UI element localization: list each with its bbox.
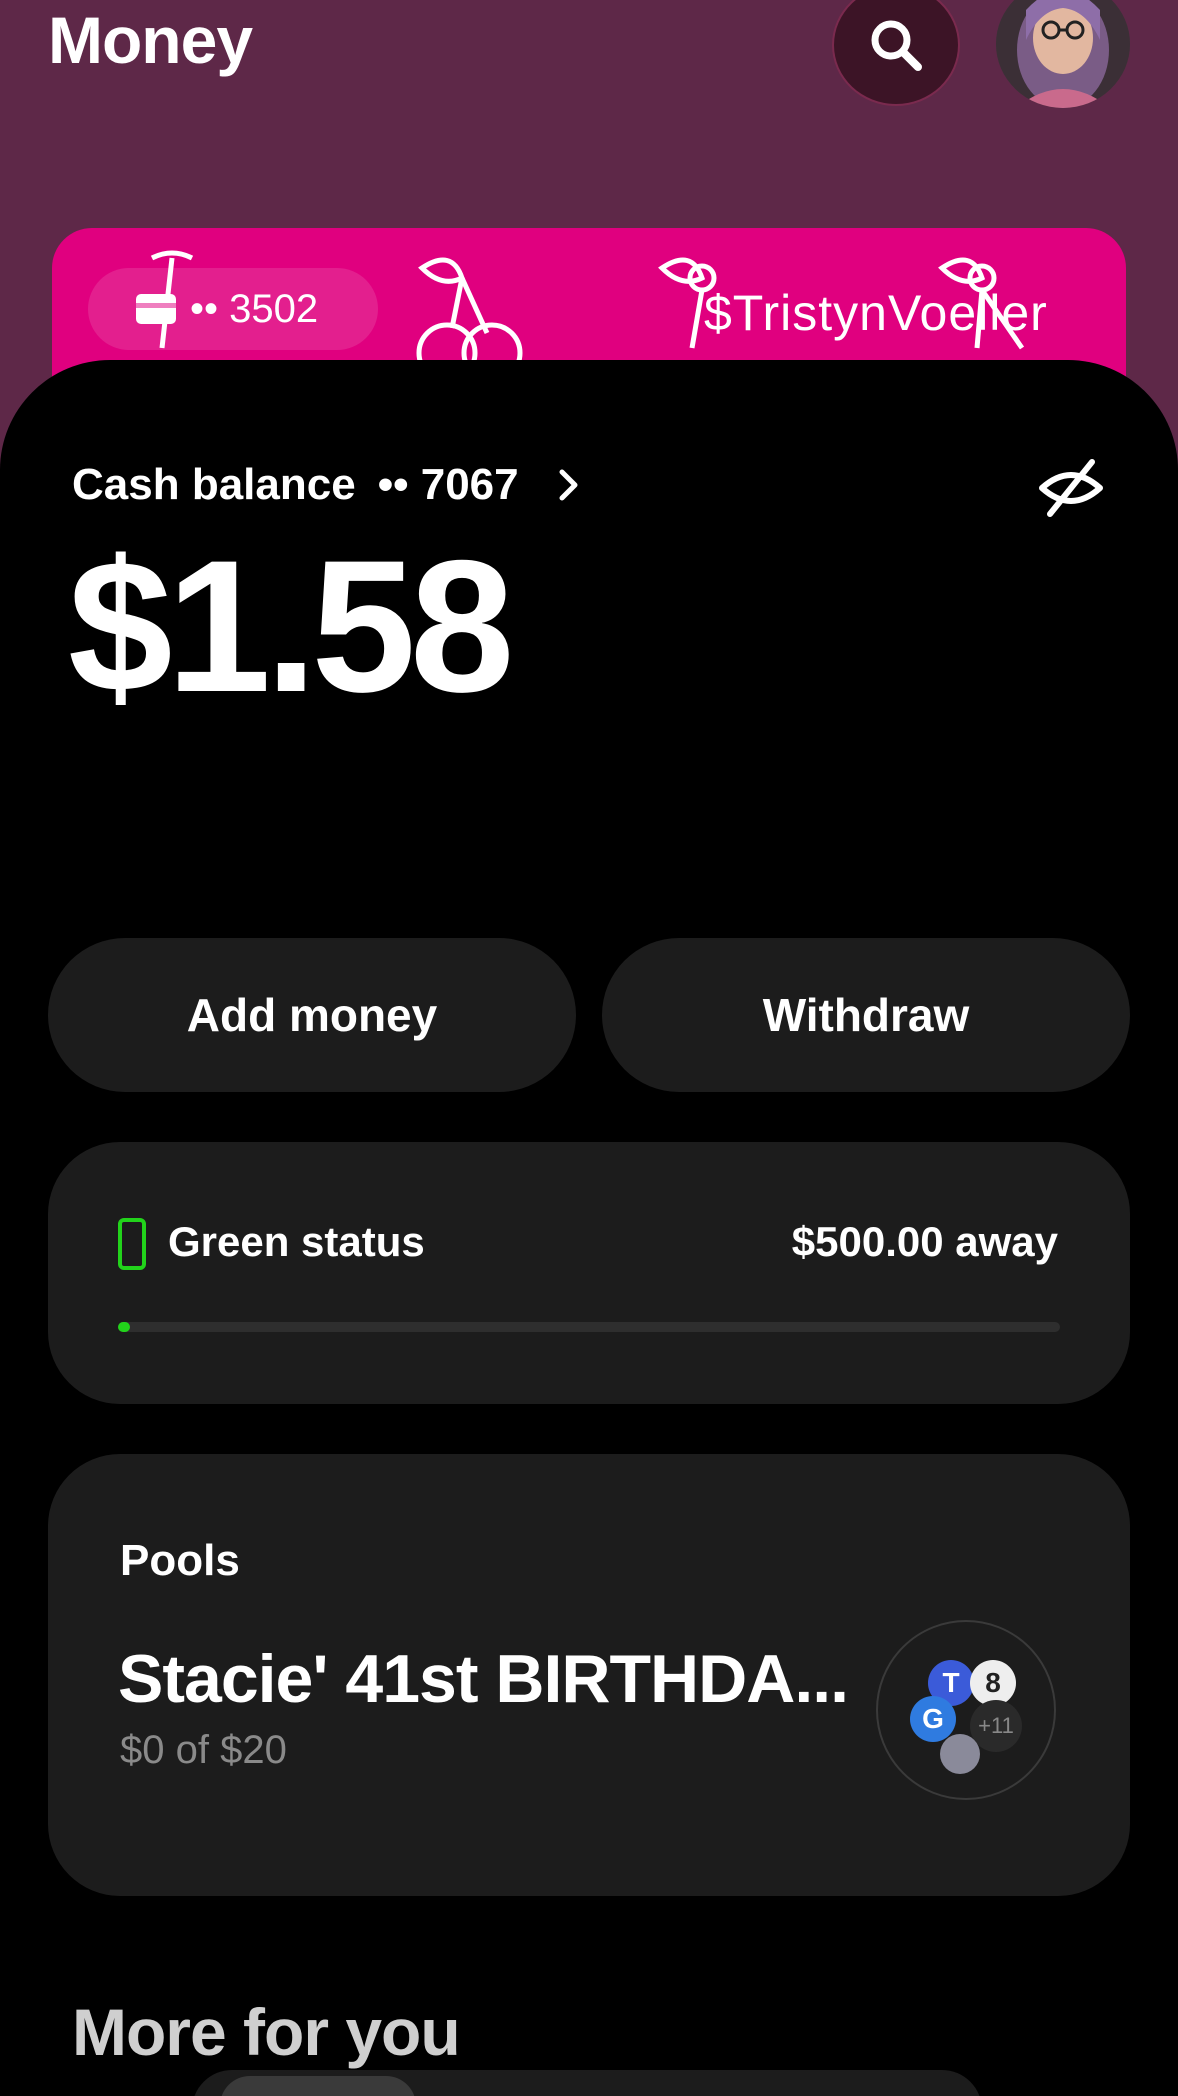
- green-status-icon: [118, 1218, 146, 1270]
- account-number: •• 7067: [377, 460, 519, 509]
- cashtag-label: $TristynVoeller: [704, 285, 1048, 341]
- green-status-card[interactable]: Green status $500.00 away: [48, 1142, 1130, 1404]
- balance-label: Cash balance: [72, 460, 356, 509]
- pool-member-avatar: G: [910, 1696, 956, 1742]
- pool-name: Stacie' 41st BIRTHDA...: [118, 1641, 849, 1717]
- cash-balance-link[interactable]: Cash balance •• 7067: [72, 460, 589, 510]
- pools-heading: Pools: [120, 1536, 240, 1585]
- more-for-you-heading: More for you: [72, 1995, 461, 2069]
- more-for-you-item-thumbnail: [220, 2076, 416, 2096]
- status-label: Green status: [168, 1218, 425, 1265]
- status-progress-fill: [118, 1322, 130, 1332]
- money-screen: Money •• 3502 $TristynVoeller Cash balan…: [0, 0, 1178, 2096]
- card-last-digits: •• 3502: [190, 286, 319, 331]
- page-title: Money: [48, 3, 253, 77]
- withdraw-button[interactable]: Withdraw: [602, 938, 1130, 1092]
- status-progress-bar: [118, 1322, 1060, 1332]
- chevron-right-icon: [549, 465, 589, 505]
- card-icon: [136, 294, 176, 324]
- status-away-amount: $500.00 away: [791, 1218, 1058, 1265]
- pool-members-cluster: T 8 G +11: [876, 1620, 1056, 1800]
- eye-off-icon[interactable]: [1036, 456, 1106, 520]
- add-money-button[interactable]: Add money: [48, 938, 576, 1092]
- search-icon: [871, 20, 922, 71]
- balance-amount: $1.58: [68, 521, 514, 731]
- pools-card[interactable]: Pools Stacie' 41st BIRTHDA... $0 of $20 …: [48, 1454, 1130, 1896]
- card-number-chip[interactable]: •• 3502: [88, 268, 378, 350]
- pool-member-photo: [940, 1734, 980, 1774]
- pool-progress: $0 of $20: [120, 1728, 287, 1772]
